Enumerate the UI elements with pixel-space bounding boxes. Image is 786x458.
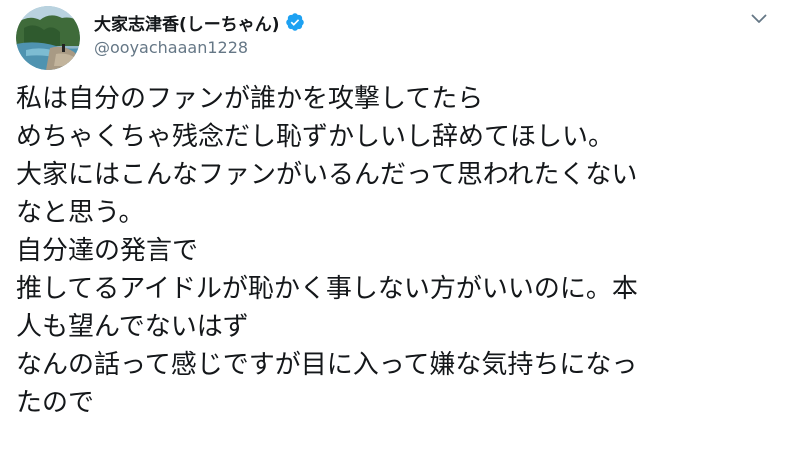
name-row: 大家志津香(しーちゃん) <box>94 10 305 35</box>
author-display-name[interactable]: 大家志津香(しーちゃん) <box>94 10 280 35</box>
tweet-text-line: 大家にはこんなファンがいるんだって思われたくない <box>16 160 638 190</box>
tweet-text-line: なんの話って感じですが目に入って嫌な気持ちになっ <box>16 350 638 380</box>
tweet-text-line: 自分達の発言で <box>16 236 199 266</box>
tweet-menu-button[interactable] <box>748 8 770 30</box>
verified-badge-icon <box>285 12 305 32</box>
tweet-text-line: 推してるアイドルが恥かく事しない方がいいのに。本 <box>16 274 638 304</box>
chevron-down-icon <box>751 14 767 23</box>
tweet-card: 大家志津香(しーちゃん) @ooyachaaan1228 私は自分のファンが誰か… <box>0 0 786 458</box>
tweet-header: 大家志津香(しーちゃん) @ooyachaaan1228 <box>94 10 305 57</box>
tweet-text-line: めちゃくちゃ残念だし恥ずかしいし辞めてほしい。 <box>16 122 615 152</box>
tweet-text-line: なと思う。 <box>16 198 145 228</box>
author-avatar[interactable] <box>16 6 80 70</box>
tweet-text-line: たので <box>16 388 95 418</box>
tweet-text-line: 人も望んでないはず <box>16 312 249 342</box>
tweet-text: 私は自分のファンが誰かを攻撃してたら めちゃくちゃ残念だし恥ずかしいし辞めてほし… <box>16 80 776 422</box>
author-handle[interactable]: @ooyachaaan1228 <box>94 38 305 57</box>
tweet-text-line: 私は自分のファンが誰かを攻撃してたら <box>16 84 484 114</box>
avatar-photo <box>16 6 80 70</box>
